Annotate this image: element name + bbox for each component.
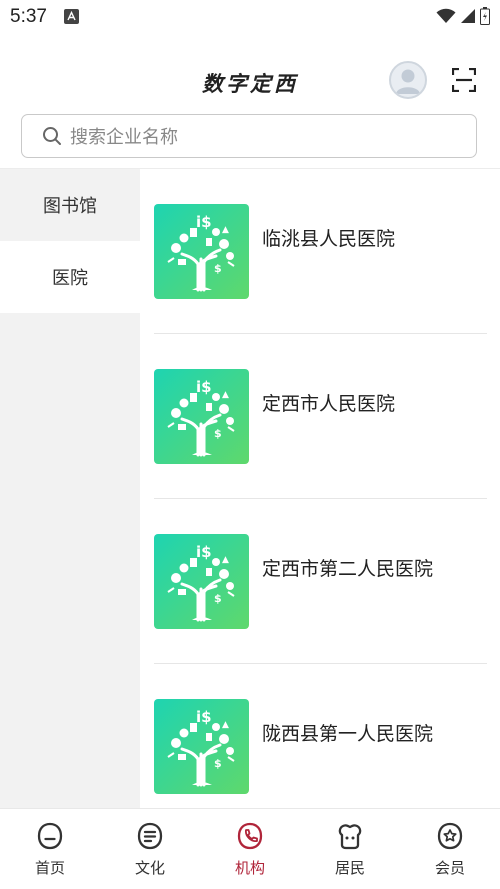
- money-tree-icon: [154, 699, 249, 794]
- scan-icon[interactable]: [452, 68, 476, 92]
- hospital-list: 临洮县人民医院 定西市人民医院 定西市第二人民医院 陇西县第一人民医院: [140, 169, 500, 809]
- hospital-thumbnail: [154, 699, 249, 794]
- avatar[interactable]: [389, 61, 427, 99]
- wifi-icon: [436, 8, 456, 23]
- cell-signal-icon: [461, 9, 475, 23]
- money-tree-icon: [154, 204, 249, 299]
- search-input[interactable]: 搜索企业名称: [21, 114, 477, 158]
- member-icon: [437, 822, 463, 850]
- hospital-thumbnail: [154, 534, 249, 629]
- sidebar-item-hospital[interactable]: 医院: [0, 241, 140, 313]
- notification-app-icon: [64, 9, 79, 24]
- sidebar-item-label: 医院: [52, 268, 88, 289]
- hospital-thumbnail: [154, 204, 249, 299]
- tab-institution[interactable]: 机构: [200, 809, 300, 889]
- money-tree-icon: [154, 534, 249, 629]
- hospital-name: 定西市人民医院: [262, 393, 396, 415]
- tab-label: 会员: [434, 859, 465, 877]
- hospital-thumbnail: [154, 369, 249, 464]
- search-icon: [43, 127, 61, 145]
- tab-resident[interactable]: 居民: [300, 809, 400, 889]
- app-header: 数字定西: [0, 34, 500, 112]
- main-content: 图书馆 医院 临洮县人民医院 定西市人民医院 定西市第二人民医院 陇西县第一人民…: [0, 168, 500, 809]
- hospital-name: 陇西县第一人民医院: [262, 723, 434, 745]
- tab-label: 机构: [234, 859, 265, 877]
- culture-icon: [137, 822, 163, 850]
- tab-label: 文化: [134, 859, 165, 877]
- search-placeholder: 搜索企业名称: [70, 127, 178, 148]
- status-bar: 5:37: [0, 0, 500, 34]
- category-sidebar: 图书馆 医院: [0, 169, 140, 809]
- list-item[interactable]: 临洮县人民医院: [154, 169, 487, 334]
- tab-culture[interactable]: 文化: [100, 809, 200, 889]
- bottom-tab-bar: 首页 文化 机构 居民 会员: [0, 808, 500, 889]
- sidebar-item-library[interactable]: 图书馆: [0, 169, 140, 241]
- list-item[interactable]: 定西市人民医院: [154, 334, 487, 499]
- avatar-person-icon: [396, 69, 420, 94]
- battery-icon: [480, 7, 490, 25]
- home-icon: [37, 822, 63, 850]
- resident-icon: [338, 824, 362, 850]
- status-time: 5:37: [10, 6, 47, 27]
- institution-icon: [237, 822, 263, 850]
- tab-label: 居民: [334, 859, 365, 877]
- hospital-name: 定西市第二人民医院: [262, 558, 434, 580]
- sidebar-item-label: 图书馆: [43, 196, 97, 217]
- tab-member[interactable]: 会员: [400, 809, 500, 889]
- money-tree-icon: [154, 369, 249, 464]
- tab-home[interactable]: 首页: [0, 809, 100, 889]
- list-item[interactable]: 陇西县第一人民医院: [154, 664, 487, 809]
- tab-label: 首页: [34, 859, 65, 877]
- hospital-name: 临洮县人民医院: [262, 228, 396, 250]
- status-indicators: [436, 7, 490, 25]
- list-item[interactable]: 定西市第二人民医院: [154, 499, 487, 664]
